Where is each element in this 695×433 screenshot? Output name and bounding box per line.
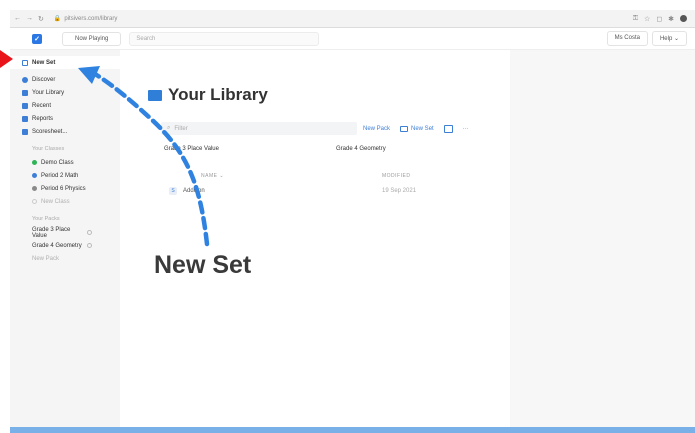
sidebar-item-label: New Set (32, 59, 56, 66)
search-input[interactable]: Search (129, 31, 320, 46)
page-title: Your Library (148, 85, 268, 105)
account-button[interactable]: Ms Costa (606, 31, 648, 46)
sidebar: New Set Discover Your Library Recent Rep… (10, 50, 120, 430)
sidebar-class-period-2[interactable]: Period 2 Math (10, 169, 120, 182)
key-icon[interactable]: ⚿ (633, 15, 638, 23)
info-icon[interactable] (87, 230, 92, 235)
sidebar-item-new-set[interactable]: New Set (10, 56, 120, 69)
info-icon[interactable] (87, 243, 92, 248)
folder-icon (148, 89, 162, 101)
sidebar-pack-grade3[interactable]: Grade 3 Place Value (10, 226, 120, 239)
new-set-label: New Set (411, 125, 434, 132)
class-label: Demo Class (41, 159, 74, 166)
app-logo-icon[interactable]: ✓ (32, 33, 42, 44)
sidebar-item-label: Reports (32, 115, 54, 122)
sidebar-class-demo[interactable]: Demo Class (10, 156, 120, 169)
main-content: Your Library ⌕ Filter New Pack New Set ·… (121, 50, 510, 430)
grid-icon (22, 128, 28, 135)
window-edge (0, 28, 10, 433)
topbar-right: Ms Costa Help ⌄ (606, 31, 687, 46)
screenshot: ← → ↻ 🔒 pitsivers.com/library ⚿ ☆ ◻ ✱ ✓ … (0, 0, 695, 433)
class-dot-icon (32, 173, 37, 178)
chevron-down-icon: ⌄ (673, 36, 679, 42)
row-name: Addition (183, 188, 205, 194)
pack-label: Grade 4 Geometry (32, 242, 82, 249)
set-badge: S (169, 187, 177, 195)
compass-icon (22, 76, 28, 83)
sidebar-item-scoresheet[interactable]: Scoresheet... (10, 125, 120, 138)
tab-grade4[interactable]: Grade 4 Geometry (336, 146, 386, 152)
browser-toolbar: ← → ↻ 🔒 pitsivers.com/library ⚿ ☆ ◻ ✱ (10, 10, 695, 28)
new-class-label: New Class (41, 198, 70, 205)
class-label: Period 2 Math (41, 172, 79, 179)
help-button[interactable]: Help ⌄ (651, 31, 687, 46)
filter-input[interactable]: ⌕ Filter (161, 122, 357, 135)
now-playing-button[interactable]: Now Playing (62, 31, 122, 46)
plus-icon (32, 199, 37, 204)
column-name-label: NAME (201, 173, 218, 179)
library-actions: New Pack New Set ··· (363, 122, 469, 135)
more-button[interactable]: ··· (463, 126, 469, 132)
new-set-icon (22, 59, 28, 66)
sidebar-class-period-6[interactable]: Period 6 Physics (10, 182, 120, 195)
browser-nav: ← → ↻ (14, 15, 44, 23)
tab-grade3[interactable]: Grade 3 Place Value (164, 146, 336, 152)
packs-header: Your Packs (32, 216, 60, 222)
sidebar-pack-grade4[interactable]: Grade 4 Geometry (10, 239, 120, 252)
profile-icon[interactable] (680, 15, 687, 22)
taskbar (10, 427, 695, 433)
new-class-link[interactable]: New Class (10, 195, 120, 208)
help-label: Help (659, 36, 673, 42)
address-bar[interactable]: 🔒 pitsivers.com/library (53, 15, 118, 23)
people-icon (22, 102, 28, 109)
sidebar-item-label: Discover (32, 76, 56, 83)
sidebar-item-label: Scoresheet... (32, 128, 68, 135)
table-row[interactable]: S Addition 19 Sep 2021 (169, 187, 459, 195)
puzzle-icon[interactable]: ✱ (668, 15, 674, 23)
sidebar-item-label: Recent (32, 102, 52, 109)
sidebar-item-discover[interactable]: Discover (10, 73, 120, 86)
star-icon[interactable]: ☆ (644, 15, 650, 23)
filter-placeholder: Filter (174, 125, 188, 132)
app-topbar: ✓ Now Playing Search Ms Costa Help ⌄ (10, 28, 695, 50)
sort-icon: ⌄ (219, 173, 225, 179)
pack-tabs: Grade 3 Place Value Grade 4 Geometry (164, 146, 464, 152)
sidebar-item-recent[interactable]: Recent (10, 99, 120, 112)
class-label: Period 6 Physics (41, 185, 86, 192)
extension-icon[interactable]: ◻ (656, 15, 662, 23)
forward-icon[interactable]: → (26, 15, 33, 23)
folder-icon (22, 89, 28, 96)
table-header: NAME ⌄ MODIFIED (169, 173, 459, 179)
column-modified[interactable]: MODIFIED (382, 173, 410, 179)
new-pack-button[interactable]: New Pack (363, 126, 390, 132)
sidebar-item-your-library[interactable]: Your Library (10, 86, 120, 99)
reports-icon (22, 115, 28, 122)
classes-header: Your Classes (32, 146, 65, 152)
back-icon[interactable]: ← (14, 15, 21, 23)
reload-icon[interactable]: ↻ (38, 15, 44, 23)
annotation-label: New Set (154, 251, 252, 279)
pack-label: Grade 3 Place Value (32, 226, 71, 239)
new-pack-link[interactable]: New Pack (10, 252, 120, 265)
row-modified: 19 Sep 2021 (382, 188, 417, 194)
new-set-button[interactable]: New Set (400, 125, 434, 132)
new-set-icon (400, 125, 409, 132)
sidebar-item-label: Your Library (32, 89, 65, 96)
search-icon: ⌕ (167, 125, 171, 131)
url-text: pitsivers.com/library (64, 15, 118, 22)
class-dot-icon (32, 160, 37, 165)
lock-icon: 🔒 (53, 16, 62, 22)
sidebar-item-reports[interactable]: Reports (10, 112, 120, 125)
class-dot-icon (32, 186, 37, 191)
right-pane (510, 50, 695, 430)
folder-outline-icon[interactable] (443, 124, 453, 133)
column-name[interactable]: NAME ⌄ (169, 173, 382, 179)
page-title-text: Your Library (168, 85, 268, 104)
browser-tools: ⚿ ☆ ◻ ✱ (633, 15, 687, 23)
